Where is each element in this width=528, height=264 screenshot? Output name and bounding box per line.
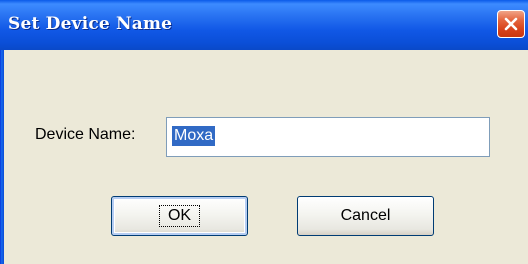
window-title: Set Device Name (8, 14, 173, 34)
close-x-icon (504, 17, 518, 31)
set-device-name-dialog: Set Device Name Device Name: Moxa OK Can… (0, 0, 528, 264)
cancel-button[interactable]: Cancel (297, 196, 434, 236)
close-button[interactable] (497, 10, 525, 38)
ok-button-label: OK (158, 205, 201, 227)
cancel-button-label: Cancel (340, 207, 391, 224)
device-name-value[interactable]: Moxa (172, 126, 216, 146)
device-name-input[interactable]: Moxa (166, 117, 490, 157)
device-name-label: Device Name: (35, 126, 136, 143)
window-frame-left (0, 50, 4, 264)
ok-button[interactable]: OK (111, 196, 248, 236)
title-bar[interactable]: Set Device Name (0, 0, 528, 50)
